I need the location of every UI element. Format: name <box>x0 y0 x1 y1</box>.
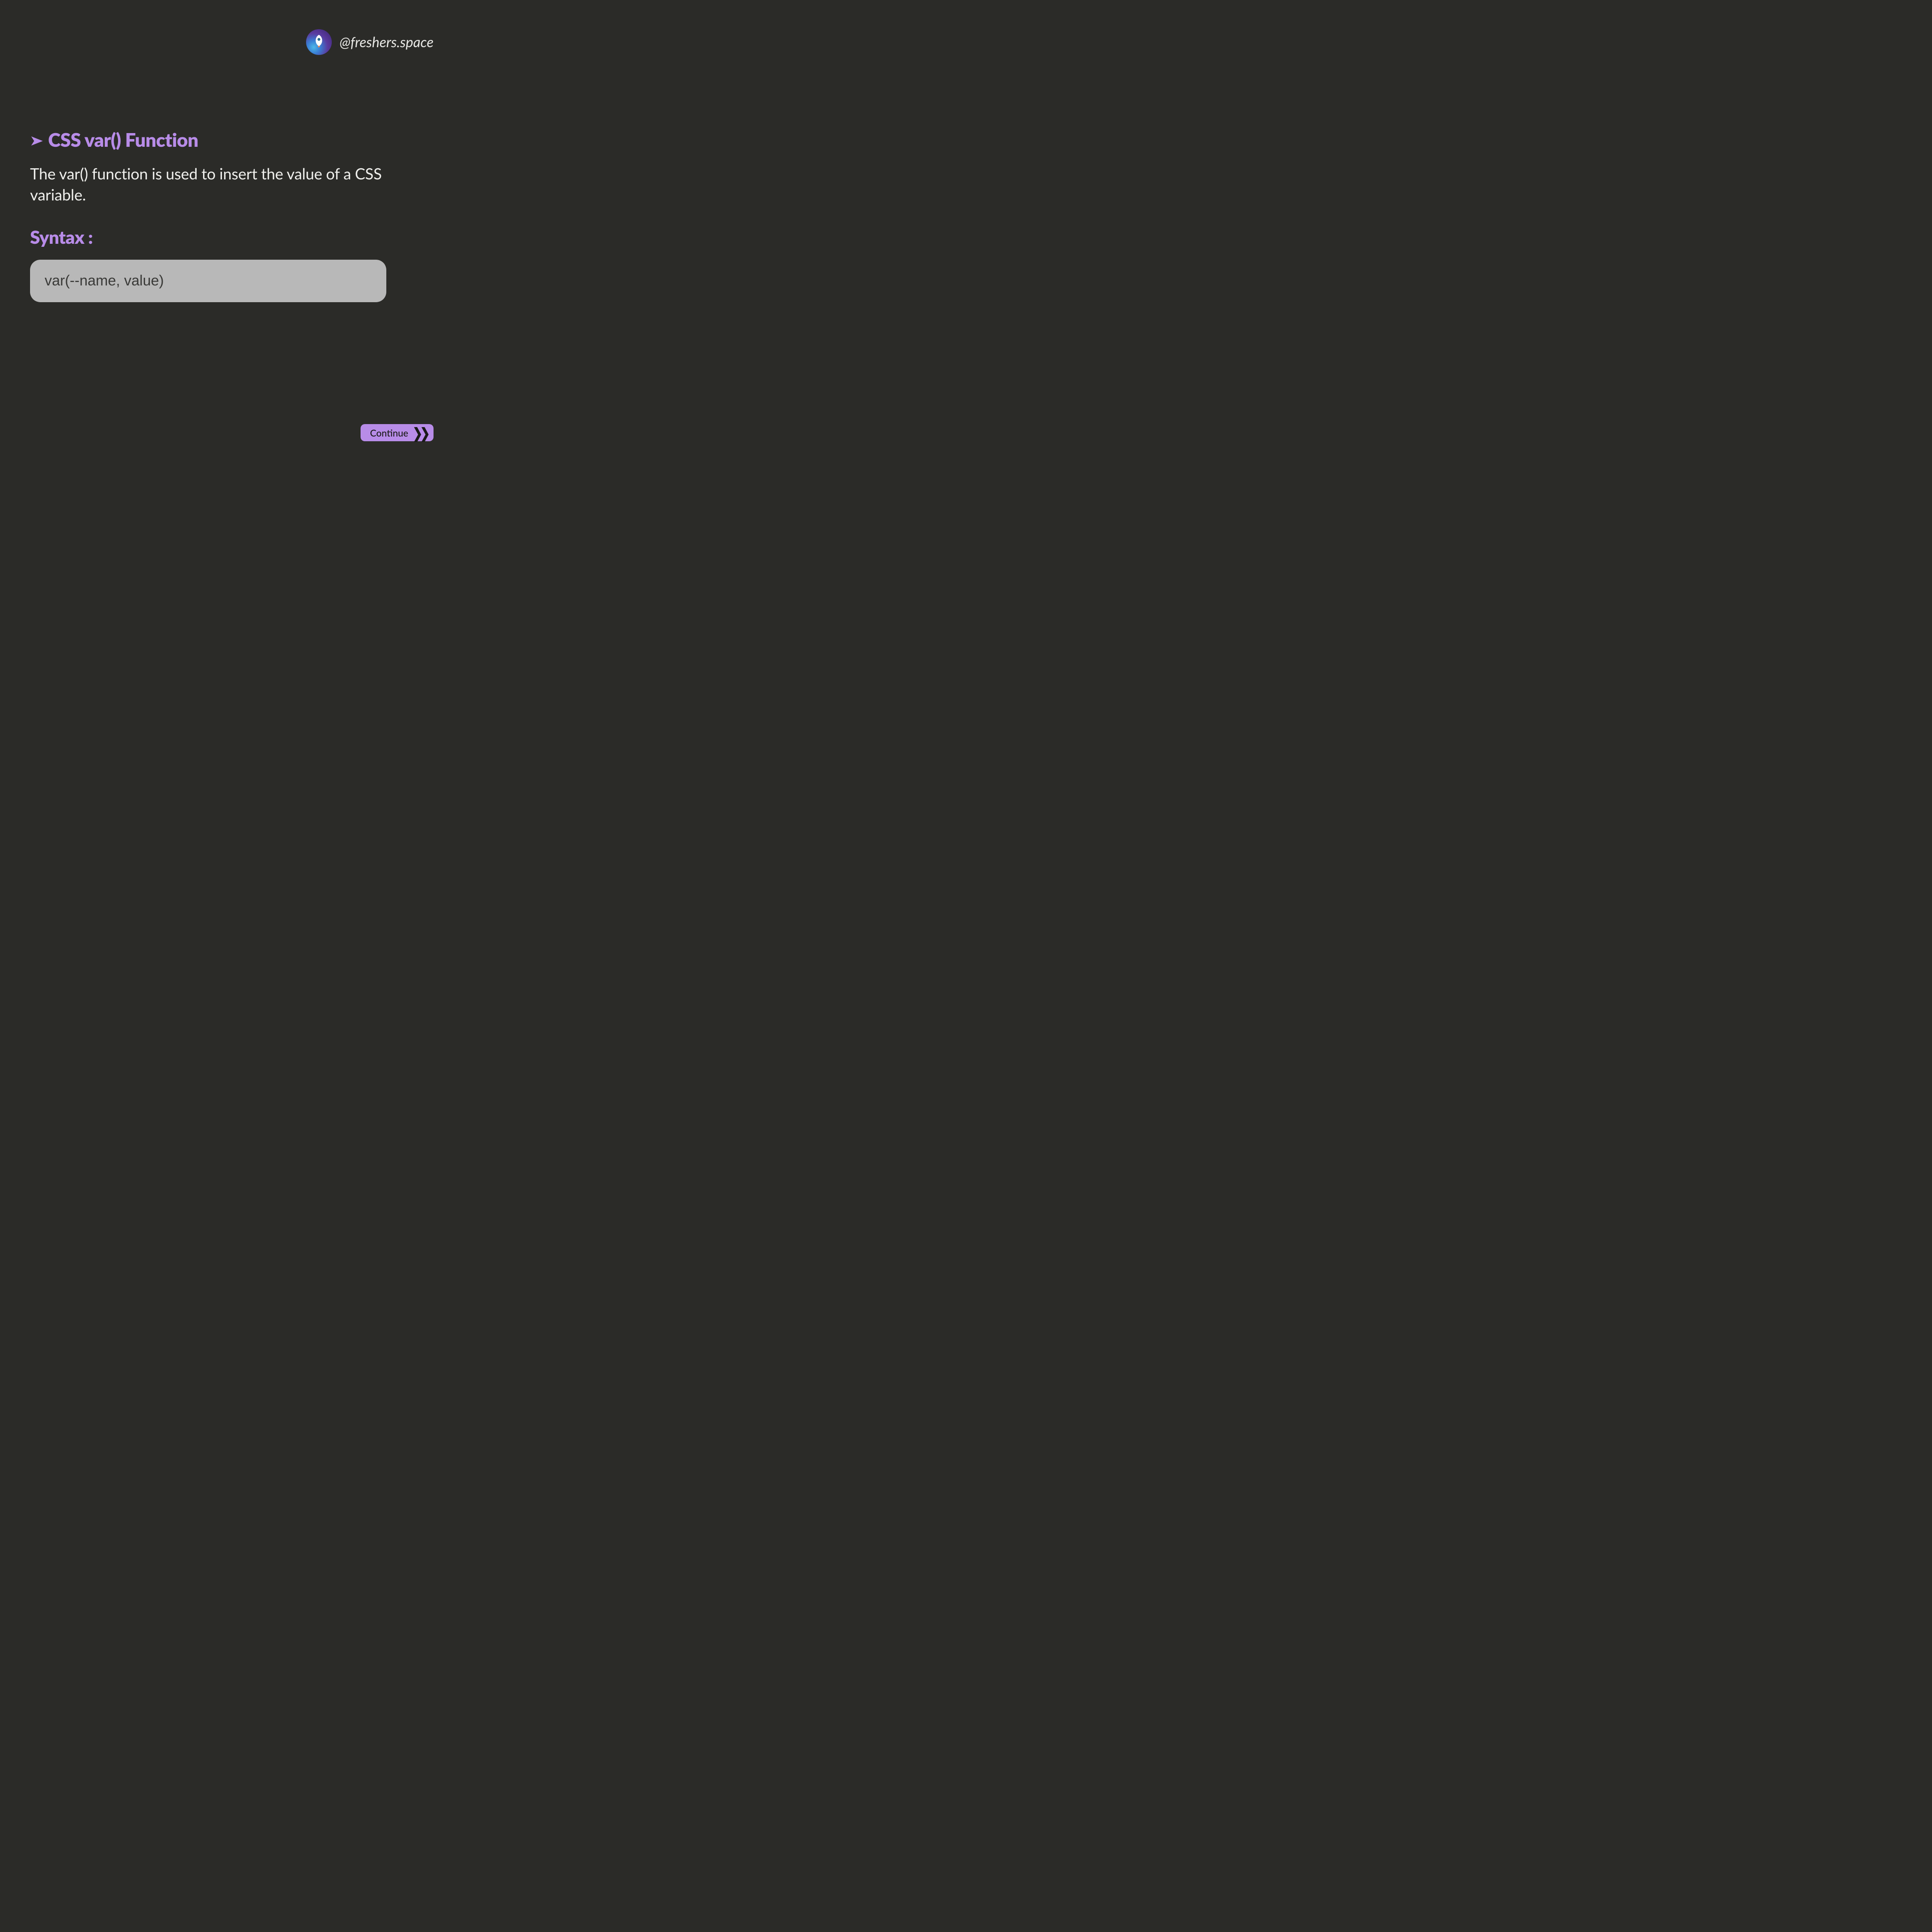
syntax-code-text: var(--name, value) <box>45 273 164 289</box>
title-row: ➤ CSS var() Function <box>30 129 434 151</box>
avatar <box>306 29 332 55</box>
main-content: ➤ CSS var() Function The var() function … <box>30 129 434 302</box>
chevron-right-icon: ❯❯ <box>412 425 428 440</box>
continue-button[interactable]: Continue ❯❯ <box>361 424 434 441</box>
header: @freshers.space <box>306 29 434 55</box>
continue-label: Continue <box>370 427 408 439</box>
page-title: CSS var() Function <box>48 129 198 151</box>
arrow-right-icon: ➤ <box>30 133 43 147</box>
syntax-heading: Syntax : <box>30 226 434 248</box>
rocket-icon <box>311 33 327 49</box>
description-text: The var() function is used to insert the… <box>30 163 434 205</box>
account-handle: @freshers.space <box>340 33 434 51</box>
syntax-code-box: var(--name, value) <box>30 260 386 302</box>
